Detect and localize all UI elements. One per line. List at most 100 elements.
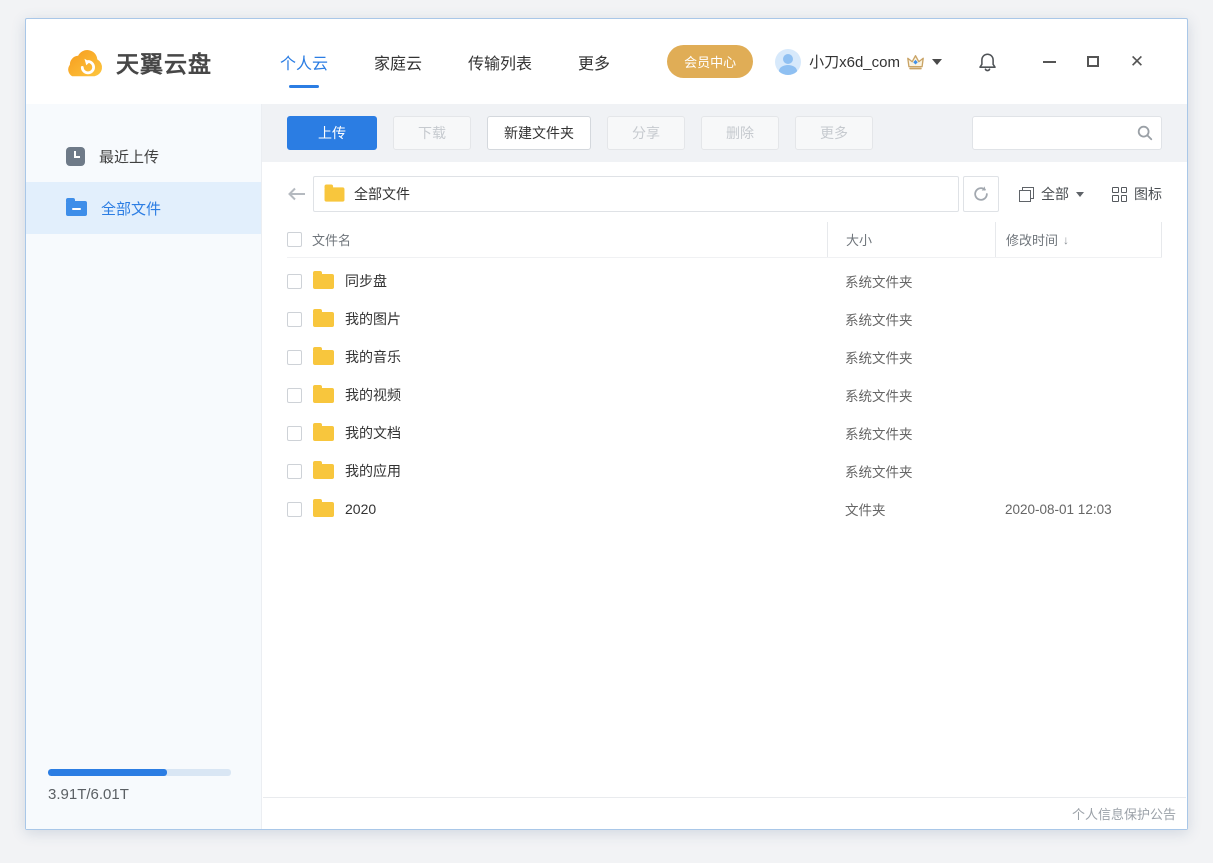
close-icon: ✕ [1129, 52, 1145, 71]
user-menu[interactable]: 小刀x6d_com [775, 48, 942, 75]
storage-usage-text: 3.91T/6.01T [48, 786, 129, 803]
file-size: 系统文件夹 [845, 465, 913, 480]
file-name: 我的文档 [345, 425, 401, 441]
sidebar-item-all-files[interactable]: 全部文件 [26, 182, 261, 234]
sort-desc-icon: ↓ [1063, 232, 1070, 247]
view-label: 图标 [1134, 186, 1162, 202]
sidebar: 最近上传 全部文件 3.91T/6.01T [26, 104, 262, 829]
grid-view-icon [1112, 186, 1127, 202]
select-all-checkbox[interactable] [287, 232, 302, 247]
chevron-down-icon [932, 58, 942, 65]
tab-personal-cloud[interactable]: 个人云 [278, 42, 330, 82]
sidebar-item-label: 全部文件 [101, 200, 162, 218]
search-input[interactable] [972, 116, 1162, 150]
titlebar: 天翼云盘 个人云 家庭云 传输列表 更多 会员中心 小刀x6d_com ✕ [26, 19, 1187, 104]
file-size: 文件夹 [845, 503, 886, 518]
file-size: 系统文件夹 [845, 275, 913, 290]
column-header-size[interactable]: 大小 [827, 222, 995, 257]
file-name: 2020 [345, 501, 377, 517]
file-row-my-pictures[interactable]: 我的图片 系统文件夹 [287, 300, 1162, 338]
folder-icon [313, 346, 334, 365]
app-name: 天翼云盘 [116, 50, 212, 77]
folder-icon [313, 308, 334, 327]
minimize-button[interactable] [1027, 44, 1071, 80]
file-time [995, 414, 1162, 452]
tab-transfer-list[interactable]: 传输列表 [466, 42, 534, 82]
file-time [995, 452, 1162, 490]
storage-quota: 3.91T/6.01T [48, 769, 231, 803]
row-checkbox[interactable] [287, 425, 302, 441]
maximize-button[interactable] [1071, 44, 1115, 80]
refresh-icon [972, 185, 990, 203]
row-checkbox[interactable] [287, 349, 302, 365]
view-toggle-icons[interactable]: 图标 [1112, 184, 1162, 204]
refresh-button[interactable] [963, 176, 999, 212]
file-row-my-videos[interactable]: 我的视频 系统文件夹 [287, 376, 1162, 414]
row-checkbox[interactable] [287, 273, 302, 289]
tab-label: 个人云 [280, 55, 329, 73]
row-checkbox[interactable] [287, 463, 302, 479]
more-button[interactable]: 更多 [795, 116, 873, 150]
tab-label: 家庭云 [374, 55, 423, 73]
filter-dropdown[interactable]: 全部 [1019, 184, 1084, 204]
column-label: 修改时间 [1006, 233, 1059, 248]
file-time: 2020-08-01 12:03 [1005, 501, 1112, 517]
window-controls: ✕ [1027, 44, 1159, 80]
folder-icon [313, 384, 334, 403]
file-row-my-music[interactable]: 我的音乐 系统文件夹 [287, 338, 1162, 376]
app-window: 天翼云盘 个人云 家庭云 传输列表 更多 会员中心 小刀x6d_com ✕ 最近… [25, 18, 1188, 830]
file-row-my-apps[interactable]: 我的应用 系统文件夹 [287, 452, 1162, 490]
filter-label: 全部 [1041, 186, 1069, 202]
file-name: 我的视频 [345, 387, 401, 403]
share-button[interactable]: 分享 [607, 116, 685, 150]
file-size: 系统文件夹 [845, 351, 913, 366]
tab-more[interactable]: 更多 [576, 42, 612, 82]
column-header-name[interactable]: 文件名 [312, 230, 351, 249]
row-checkbox[interactable] [287, 387, 302, 403]
sidebar-item-label: 最近上传 [99, 148, 160, 166]
bell-icon [978, 52, 997, 72]
folder-icon [313, 422, 334, 441]
file-name: 我的图片 [345, 311, 401, 327]
blue-folder-icon [66, 197, 87, 216]
row-checkbox[interactable] [287, 311, 302, 327]
folder-icon [324, 184, 345, 202]
delete-button[interactable]: 删除 [701, 116, 779, 150]
privacy-notice-link[interactable]: 个人信息保护公告 [1072, 804, 1176, 823]
current-location[interactable]: 全部文件 [313, 176, 959, 212]
chevron-down-icon [1076, 191, 1084, 197]
member-center-button[interactable]: 会员中心 [667, 45, 754, 78]
file-row-my-documents[interactable]: 我的文档 系统文件夹 [287, 414, 1162, 452]
avatar [775, 48, 802, 75]
row-checkbox[interactable] [287, 501, 302, 517]
new-folder-button[interactable]: 新建文件夹 [487, 116, 591, 150]
close-button[interactable]: ✕ [1115, 44, 1159, 80]
toolbar: 上传 下载 新建文件夹 分享 删除 更多 [262, 104, 1187, 162]
download-button[interactable]: 下载 [393, 116, 471, 150]
crown-vip-icon [906, 54, 925, 70]
location-label: 全部文件 [354, 186, 410, 202]
storage-progress-bar [48, 769, 231, 776]
sidebar-item-recent-uploads[interactable]: 最近上传 [26, 130, 261, 182]
notifications-button[interactable] [978, 52, 997, 72]
column-header-time[interactable]: 修改时间 ↓ [995, 222, 1162, 257]
file-size: 系统文件夹 [845, 427, 913, 442]
file-type-filter-icon [1019, 186, 1034, 202]
app-logo: 天翼云盘 [62, 45, 270, 79]
file-name: 我的音乐 [345, 349, 401, 365]
username: 小刀x6d_com [809, 54, 900, 71]
storage-progress-fill [48, 769, 167, 776]
search-box [972, 116, 1162, 150]
column-label: 大小 [846, 233, 873, 248]
header-right: 会员中心 小刀x6d_com ✕ [667, 44, 1159, 80]
main-nav: 个人云 家庭云 传输列表 更多 [278, 42, 612, 82]
back-button[interactable] [287, 187, 313, 201]
upload-button[interactable]: 上传 [287, 116, 377, 150]
file-time [995, 262, 1162, 300]
file-list: 同步盘 系统文件夹 我的图片 系统文件夹 我的音乐 系统文件夹 我的视频 系统文… [262, 258, 1187, 797]
file-time [995, 338, 1162, 376]
file-size: 系统文件夹 [845, 313, 913, 328]
tab-family-cloud[interactable]: 家庭云 [372, 42, 424, 82]
file-row-2020[interactable]: 2020 文件夹 2020-08-01 12:03 [287, 490, 1162, 528]
file-row-sync-disk[interactable]: 同步盘 系统文件夹 [287, 262, 1162, 300]
